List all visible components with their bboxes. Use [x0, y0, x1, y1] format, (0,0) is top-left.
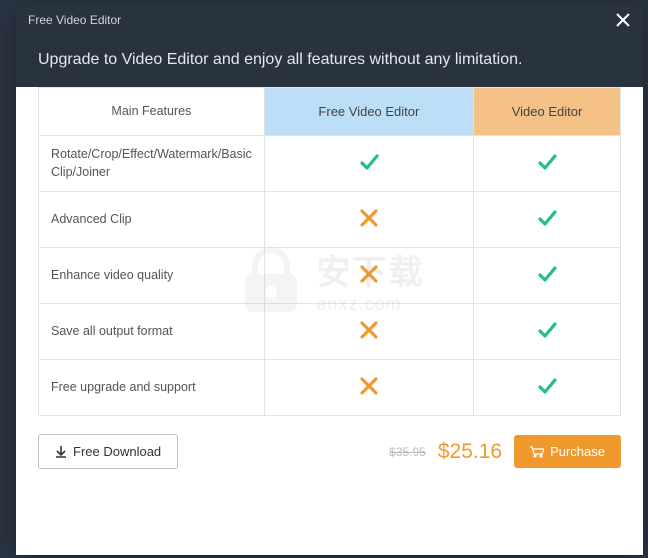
close-button[interactable]	[613, 10, 633, 30]
feature-label: Enhance video quality	[39, 248, 265, 304]
window-title: Free Video Editor	[28, 13, 121, 27]
check-icon	[359, 152, 379, 172]
modal-footer: Free Download $35.95 $25.16 Purchase	[16, 416, 643, 485]
new-price: $25.16	[438, 440, 502, 464]
feature-rows: Rotate/Crop/Effect/Watermark/Basic Clip/…	[39, 136, 621, 416]
feature-yes	[474, 136, 621, 192]
table-row: Enhance video quality	[39, 248, 621, 304]
purchase-label: Purchase	[550, 444, 605, 459]
close-icon	[616, 13, 630, 27]
cart-icon	[530, 446, 544, 458]
modal-header: Upgrade to Video Editor and enjoy all fe…	[16, 35, 643, 87]
feature-yes	[474, 192, 621, 248]
cross-icon	[360, 377, 378, 395]
free-download-button[interactable]: Free Download	[38, 434, 178, 469]
table-row: Save all output format	[39, 304, 621, 360]
feature-yes	[474, 304, 621, 360]
col-paid: Video Editor	[474, 88, 621, 136]
header-subtitle: Upgrade to Video Editor and enjoy all fe…	[38, 51, 522, 68]
feature-label: Advanced Clip	[39, 192, 265, 248]
titlebar: Free Video Editor	[16, 5, 643, 35]
feature-label: Save all output format	[39, 304, 265, 360]
cross-icon	[360, 321, 378, 339]
download-label: Free Download	[73, 444, 161, 459]
feature-yes	[474, 248, 621, 304]
table-row: Advanced Clip	[39, 192, 621, 248]
comparison-content: Main Features Free Video Editor Video Ed…	[16, 87, 643, 416]
feature-yes	[474, 360, 621, 416]
price-box: $35.95 $25.16 Purchase	[389, 435, 621, 468]
feature-label: Rotate/Crop/Effect/Watermark/Basic Clip/…	[39, 136, 265, 192]
col-features: Main Features	[39, 88, 265, 136]
feature-no	[264, 360, 473, 416]
table-row: Rotate/Crop/Effect/Watermark/Basic Clip/…	[39, 136, 621, 192]
check-icon	[537, 152, 557, 172]
download-icon	[55, 446, 67, 458]
check-icon	[537, 264, 557, 284]
check-icon	[537, 376, 557, 396]
cross-icon	[360, 265, 378, 283]
feature-no	[264, 192, 473, 248]
cross-icon	[360, 209, 378, 227]
upgrade-modal: Free Video Editor Upgrade to Video Edito…	[16, 5, 643, 555]
feature-label: Free upgrade and support	[39, 360, 265, 416]
old-price: $35.95	[389, 445, 426, 459]
feature-yes	[264, 136, 473, 192]
check-icon	[537, 320, 557, 340]
table-row: Free upgrade and support	[39, 360, 621, 416]
feature-table: Main Features Free Video Editor Video Ed…	[38, 87, 621, 416]
col-free: Free Video Editor	[264, 88, 473, 136]
check-icon	[537, 208, 557, 228]
feature-no	[264, 248, 473, 304]
feature-no	[264, 304, 473, 360]
purchase-button[interactable]: Purchase	[514, 435, 621, 468]
